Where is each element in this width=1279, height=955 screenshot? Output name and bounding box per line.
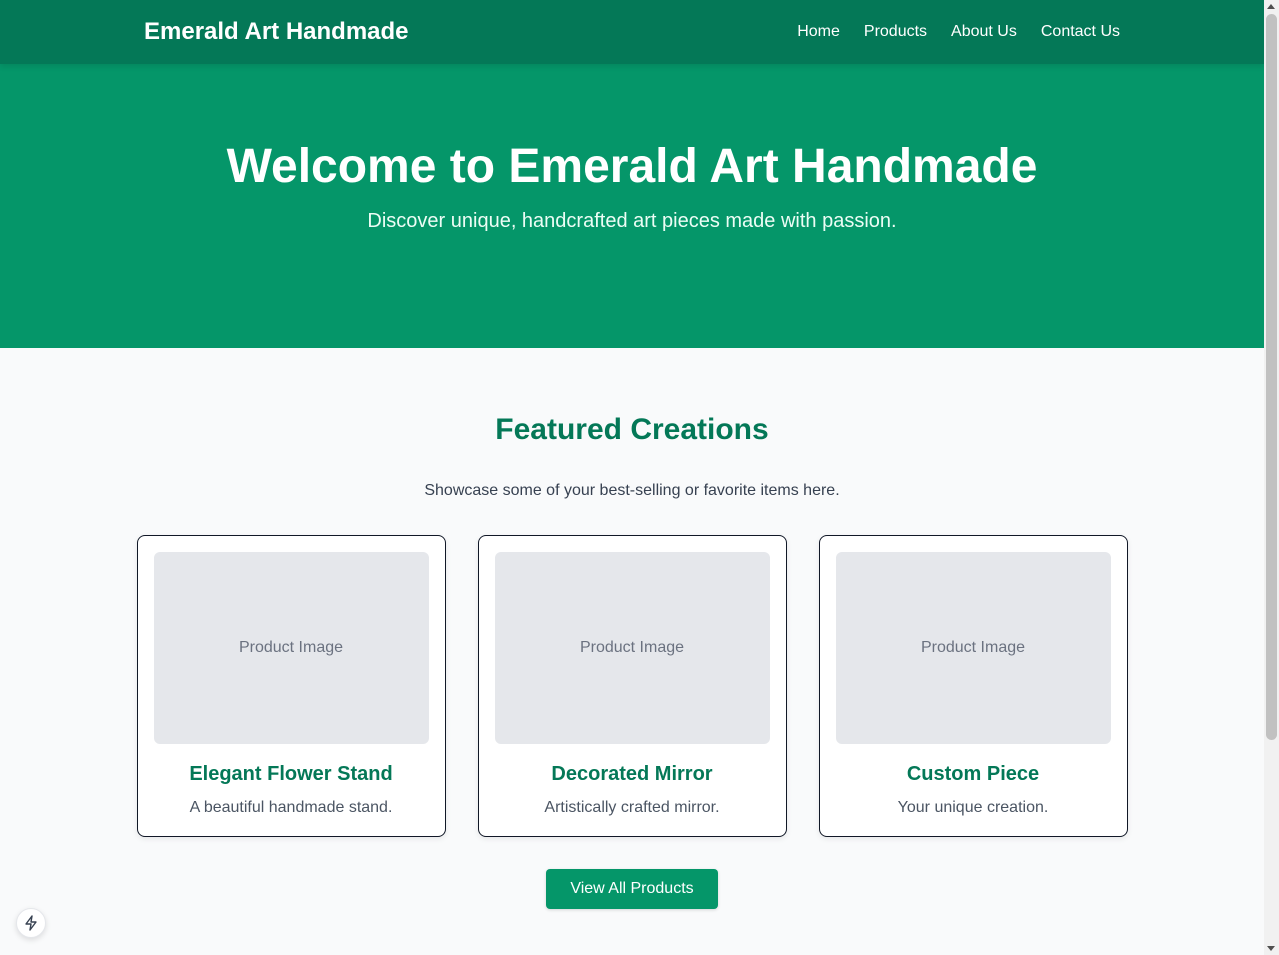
scroll-up-arrow-icon[interactable] <box>1267 4 1275 9</box>
product-title: Elegant Flower Stand <box>189 763 393 785</box>
nav-link-products[interactable]: Products <box>864 23 927 41</box>
dev-tools-badge[interactable] <box>16 908 46 938</box>
featured-section: Featured Creations Showcase some of your… <box>0 348 1264 909</box>
product-card[interactable]: Product Image Custom Piece Your unique c… <box>818 535 1128 837</box>
product-description: Your unique creation. <box>897 799 1049 816</box>
product-image-placeholder: Product Image <box>153 552 429 744</box>
vertical-scrollbar[interactable] <box>1264 0 1279 955</box>
featured-heading: Featured Creations <box>495 413 769 446</box>
scrollbar-thumb[interactable] <box>1266 14 1277 740</box>
view-all-products-button[interactable]: View All Products <box>546 869 718 909</box>
product-description: A beautiful handmade stand. <box>189 799 393 816</box>
product-title: Custom Piece <box>906 763 1040 785</box>
nav-link-about-us[interactable]: About Us <box>951 23 1017 41</box>
navbar-inner: Emerald Art Handmade Home Products About… <box>144 0 1120 64</box>
product-card[interactable]: Product Image Elegant Flower Stand A bea… <box>136 535 446 837</box>
hero-section: Welcome to Emerald Art Handmade Discover… <box>0 64 1264 348</box>
scroll-down-arrow-icon[interactable] <box>1267 946 1275 951</box>
product-image-placeholder: Product Image <box>835 552 1111 744</box>
product-description: Artistically crafted mirror. <box>544 799 720 816</box>
product-card-grid: Product Image Elegant Flower Stand A bea… <box>0 535 1264 837</box>
brand-logo-link[interactable]: Emerald Art Handmade <box>144 18 409 46</box>
nav-links: Home Products About Us Contact Us <box>797 23 1120 41</box>
page: Emerald Art Handmade Home Products About… <box>0 0 1264 955</box>
top-navbar: Emerald Art Handmade Home Products About… <box>0 0 1264 64</box>
product-card[interactable]: Product Image Decorated Mirror Artistica… <box>477 535 787 837</box>
product-image-placeholder: Product Image <box>494 552 770 744</box>
featured-subheading: Showcase some of your best-selling or fa… <box>424 482 840 499</box>
lightning-bolt-icon <box>25 915 37 931</box>
nav-link-home[interactable]: Home <box>797 23 840 41</box>
hero-subtitle: Discover unique, handcrafted art pieces … <box>367 210 897 232</box>
product-title: Decorated Mirror <box>551 763 713 785</box>
hero-title: Welcome to Emerald Art Handmade <box>226 140 1038 193</box>
nav-link-contact-us[interactable]: Contact Us <box>1041 23 1120 41</box>
